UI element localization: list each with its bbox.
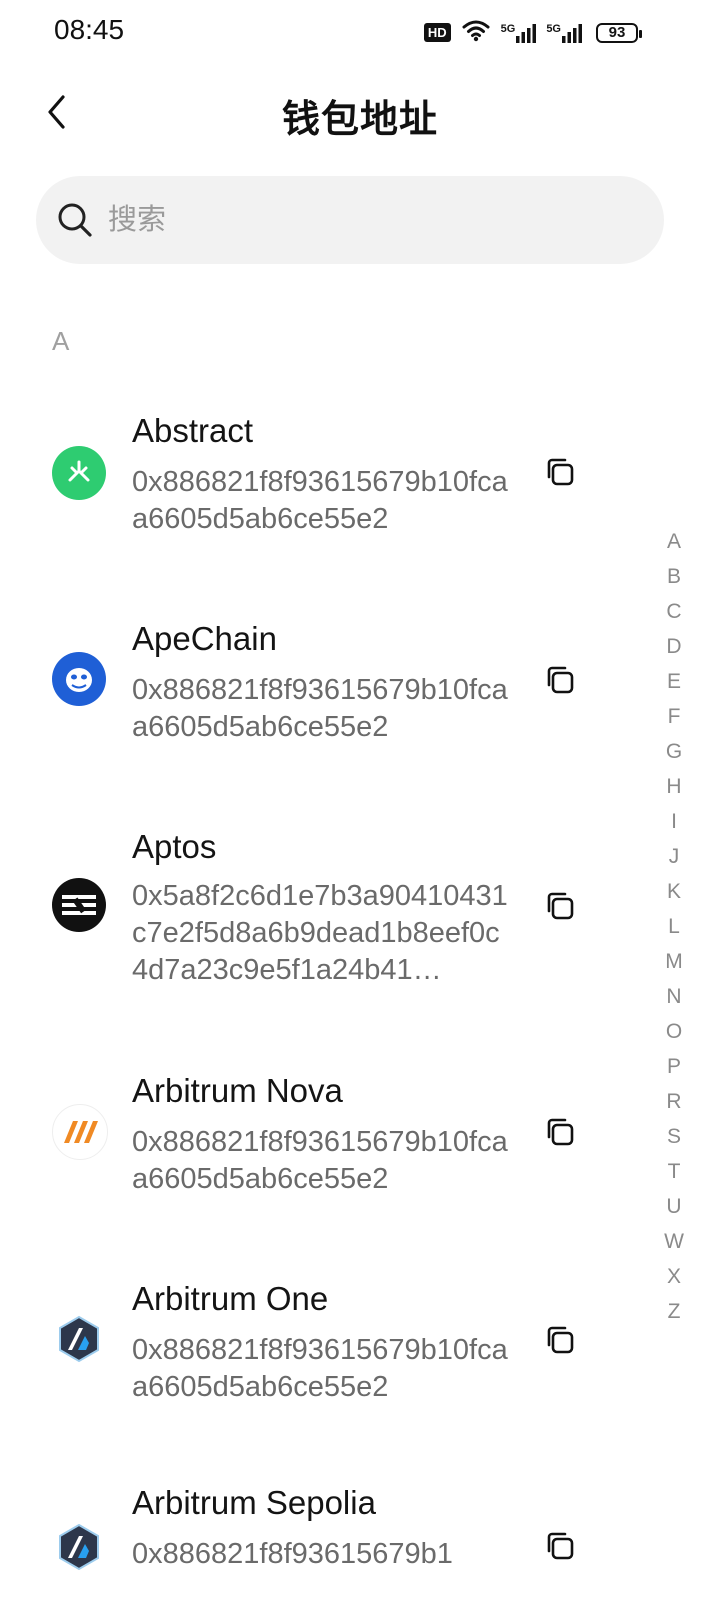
wallet-item-apechain[interactable]: ApeChain 0x886821f8f93615679b10fcaa6605d…: [0, 608, 640, 768]
copy-button[interactable]: [542, 1114, 578, 1150]
aptos-logo-icon: [52, 878, 106, 932]
index-letter-f[interactable]: F: [660, 699, 688, 734]
status-bar: 08:45 HD 5G 5G 93: [0, 0, 720, 64]
wallet-item-arbitrum-one[interactable]: Arbitrum One 0x886821f8f93615679b10fcaa6…: [0, 1268, 640, 1428]
hd-voice-icon: HD: [423, 23, 451, 42]
copy-icon: [547, 892, 574, 920]
arbitrum-nova-logo-icon: [52, 1104, 108, 1160]
index-letter-m[interactable]: M: [660, 944, 688, 979]
index-letter-x[interactable]: X: [660, 1259, 688, 1294]
copy-icon: [547, 458, 574, 486]
copy-button[interactable]: [542, 454, 578, 490]
copy-button[interactable]: [542, 662, 578, 698]
index-letter-r[interactable]: R: [660, 1084, 688, 1119]
search-icon: [58, 203, 92, 237]
wallet-name: Arbitrum Nova: [132, 1072, 343, 1109]
section-header: A: [52, 326, 70, 356]
abstract-logo-icon: [52, 446, 106, 500]
copy-icon: [547, 666, 574, 694]
wallet-address: 0x886821f8f93615679b10fcaa6605d5ab6ce55e…: [132, 674, 508, 743]
index-letter-p[interactable]: P: [660, 1049, 688, 1084]
copy-icon: [547, 1326, 574, 1354]
cellular-signal-icon-2: 5G: [546, 23, 582, 43]
battery-level: 93: [608, 24, 626, 41]
wallet-item-aptos[interactable]: Aptos 0x5a8f2c6d1e7b3a90410431c7e2f5d8a6…: [0, 816, 640, 1006]
wallet-name: Arbitrum One: [132, 1280, 329, 1317]
index-letter-w[interactable]: W: [660, 1224, 688, 1259]
copy-button[interactable]: [542, 1322, 578, 1358]
index-letter-b[interactable]: B: [660, 559, 688, 594]
wallet-name: Aptos: [132, 828, 217, 865]
index-letter-d[interactable]: D: [660, 629, 688, 664]
wallet-address: 0x886821f8f93615679b10fcaa6605d5ab6ce55e…: [132, 1126, 508, 1195]
index-letter-a[interactable]: A: [660, 524, 688, 559]
index-letter-n[interactable]: N: [660, 979, 688, 1014]
wallet-item-abstract[interactable]: Abstract 0x886821f8f93615679b10fcaa6605d…: [0, 400, 640, 560]
index-letter-z[interactable]: Z: [660, 1294, 688, 1329]
index-letter-t[interactable]: T: [660, 1154, 688, 1189]
page-title: 钱包地址: [281, 99, 438, 141]
wifi-icon: [461, 18, 491, 47]
index-letter-s[interactable]: S: [660, 1119, 688, 1154]
wallet-address: 0x886821f8f93615679b10fcaa6605d5ab6ce55e…: [132, 466, 508, 535]
wallet-address: 0x886821f8f93615679b10fcaa6605d5ab6ce55e…: [132, 1334, 508, 1403]
cellular-signal-icon: 5G: [501, 23, 537, 43]
alphabet-index[interactable]: A B C D E F G H I J K L M N O P R S T U …: [660, 524, 688, 1329]
search-bar[interactable]: [36, 176, 664, 264]
index-letter-c[interactable]: C: [660, 594, 688, 629]
wallet-name: ApeChain: [132, 620, 277, 657]
copy-button[interactable]: [542, 888, 578, 924]
copy-icon: [547, 1532, 574, 1560]
index-letter-u[interactable]: U: [660, 1189, 688, 1224]
index-letter-e[interactable]: E: [660, 664, 688, 699]
header: 钱包地址: [0, 64, 720, 160]
wallet-address: 0x5a8f2c6d1e7b3a90410431c7e2f5d8a6b9dead…: [132, 880, 508, 986]
wallet-item-arbitrum-sepolia[interactable]: Arbitrum Sepolia 0x886821f8f93615679b1: [0, 1476, 640, 1612]
battery-icon: 93: [596, 22, 642, 43]
index-letter-g[interactable]: G: [660, 734, 688, 769]
copy-icon: [547, 1118, 574, 1146]
index-letter-h[interactable]: H: [660, 769, 688, 804]
wallet-address: 0x886821f8f93615679b1: [132, 1538, 453, 1570]
apechain-logo-icon: [52, 652, 106, 706]
index-letter-k[interactable]: K: [660, 874, 688, 909]
index-letter-o[interactable]: O: [660, 1014, 688, 1049]
index-letter-l[interactable]: L: [660, 909, 688, 944]
wallet-name: Abstract: [132, 412, 254, 449]
status-time: 08:45: [54, 14, 125, 45]
index-letter-j[interactable]: J: [660, 839, 688, 874]
status-icons: HD 5G 5G 93: [423, 18, 642, 47]
wallet-name: Arbitrum Sepolia: [132, 1484, 376, 1521]
copy-button[interactable]: [542, 1528, 578, 1564]
index-letter-i[interactable]: I: [660, 804, 688, 839]
arbitrum-sepolia-logo-icon: [52, 1520, 106, 1574]
search-input[interactable]: [106, 202, 590, 238]
wallet-item-arbitrum-nova[interactable]: Arbitrum Nova 0x886821f8f93615679b10fcaa…: [0, 1060, 640, 1220]
arbitrum-one-logo-icon: [52, 1312, 106, 1366]
